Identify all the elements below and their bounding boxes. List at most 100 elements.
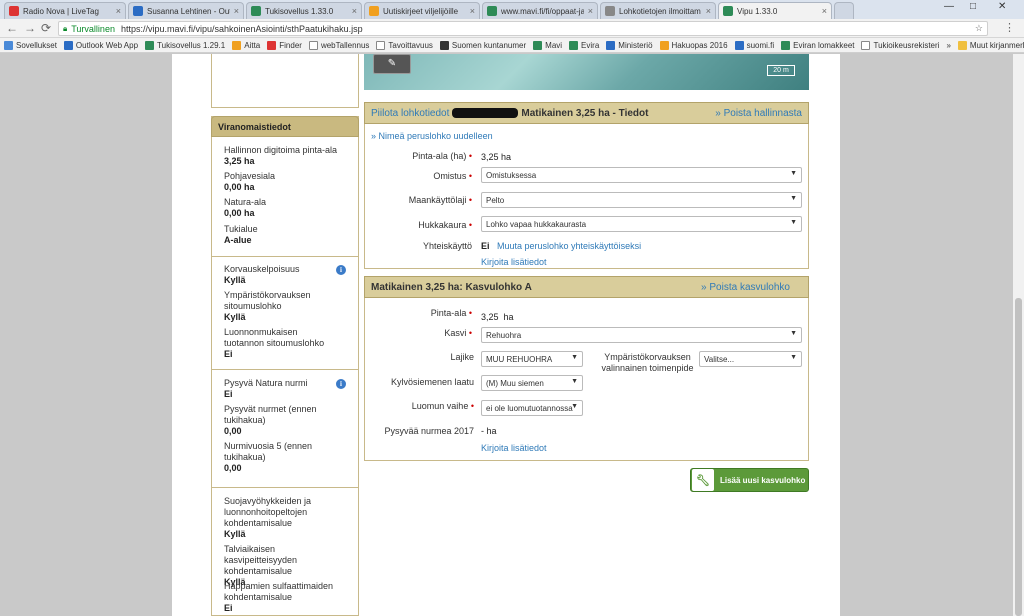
close-icon[interactable]: × <box>352 6 357 16</box>
page-icon <box>308 40 318 50</box>
chevron-down-icon: ▼ <box>571 378 578 385</box>
sidebar-field-value: Ei <box>224 603 233 613</box>
write-growth-info-link[interactable]: Kirjoita lisätiedot <box>481 443 547 453</box>
wild-oat-label: Hukkakaura • <box>372 220 472 230</box>
seed-quality-value: (M) Muu siemen <box>486 379 544 388</box>
new-tab-button[interactable] <box>834 2 854 19</box>
browser-tab[interactable]: www.mavi.fi/fi/oppaat-ja × <box>482 2 598 19</box>
scrollbar-thumb[interactable] <box>1015 298 1022 616</box>
info-icon[interactable]: i <box>336 265 346 275</box>
required-marker: • <box>468 308 472 318</box>
remove-growth-parcel-link[interactable]: » Poista kasvulohko <box>701 282 790 293</box>
bookmark-item[interactable]: Eviran lomakkeet <box>781 40 855 50</box>
sidebar-field-value: 0,00 <box>224 426 242 436</box>
minimize-icon[interactable]: — <box>944 1 954 12</box>
bookmark-item[interactable]: Tavoittavuus <box>376 40 433 50</box>
browser-tab[interactable]: Tukisovellus 1.33.0 × <box>246 2 362 19</box>
secure-label: Turvallinen <box>71 23 115 34</box>
star-icon[interactable]: ☆ <box>975 23 983 34</box>
maximize-icon[interactable]: □ <box>970 1 976 12</box>
bookmark-item[interactable]: Hakuopas 2016 <box>659 40 728 50</box>
env-measure-select[interactable]: Valitse... ▼ <box>699 351 802 367</box>
close-window-icon[interactable]: ✕ <box>998 1 1006 12</box>
parcel-map[interactable] <box>364 54 809 90</box>
close-icon[interactable]: × <box>116 6 121 16</box>
more-bookmarks-button[interactable]: » <box>946 41 950 50</box>
bookmark-item[interactable]: Sovellukset <box>4 40 57 50</box>
area-value: 3,25 ha <box>481 152 512 162</box>
remove-from-holding-link[interactable]: » Poista hallinnasta <box>715 108 802 119</box>
rename-parcel-link[interactable]: » Nimeä peruslohko uudelleen <box>371 131 493 141</box>
tab-label: Radio Nova | LiveTag <box>23 6 99 16</box>
write-additional-info-link[interactable]: Kirjoita lisätiedot <box>481 257 547 267</box>
close-icon[interactable]: × <box>706 6 711 16</box>
growth-area-label: Pinta-ala • <box>372 308 472 318</box>
shared-use-value: Ei <box>481 241 490 251</box>
address-bar[interactable]: 🔒︎ Turvallinen https://vipu.mavi.fi/vipu… <box>58 21 988 36</box>
bookmark-item[interactable]: Outlook Web App <box>63 40 138 50</box>
sidebar-field: Natura-ala 0,00 ha <box>224 197 340 219</box>
wild-oat-value: Lohko vapaa hukkakaurasta <box>486 220 587 229</box>
divider <box>212 256 358 257</box>
other-bookmarks-folder[interactable]: Muut kirjanmerkit <box>957 40 1024 50</box>
sidebar-field-label: Natura-ala <box>224 197 267 207</box>
bookmark-item[interactable]: Mavi <box>533 40 563 50</box>
growth-parcel-title: Matikainen 3,25 ha: Kasvulohko A <box>371 282 532 293</box>
browser-tab-active[interactable]: Vipu 1.33.0 × <box>718 2 832 19</box>
site-favicon-icon <box>251 6 261 16</box>
back-icon[interactable]: ← <box>6 21 18 35</box>
sidebar-field: Nurmivuosia 5 (ennen tukihakua) 0,00 <box>224 441 340 474</box>
bookmark-item[interactable]: Aitta <box>232 40 260 50</box>
forward-icon[interactable]: → <box>24 21 36 35</box>
bookmark-item[interactable]: Evira <box>569 40 599 50</box>
bookmark-icon <box>267 40 277 50</box>
ownership-select[interactable]: Omistuksessa ▼ <box>481 167 802 183</box>
variety-value: MUU REHUOHRA <box>486 355 553 364</box>
browser-tab[interactable]: Susanna Lehtinen - Outl × <box>128 2 244 19</box>
browser-tab[interactable]: Radio Nova | LiveTag × <box>4 2 126 19</box>
reload-icon[interactable]: ⟳ <box>41 21 51 35</box>
bookmark-label: Tukisovellus 1.29.1 <box>157 40 226 50</box>
bookmark-item[interactable]: Ministeriö <box>606 40 653 50</box>
close-icon[interactable]: × <box>822 6 827 16</box>
browser-tab[interactable]: Lohkotietojen ilmoittam × <box>600 2 716 19</box>
required-marker: • <box>468 195 472 205</box>
sidebar-field: Pysyvä Natura nurmi Ei <box>224 378 340 400</box>
bookmark-icon <box>734 40 744 50</box>
folder-icon <box>957 40 967 50</box>
variety-select[interactable]: MUU REHUOHRA ▼ <box>481 351 583 367</box>
sidebar-field: Suojavyöhykkeiden ja luonnonhoitopeltoje… <box>224 496 340 540</box>
bookmark-label: Sovellukset <box>16 40 57 50</box>
add-growth-parcel-button[interactable]: 🔧︎ Lisää uusi kasvulohko <box>690 468 809 492</box>
crop-select[interactable]: Rehuohra ▼ <box>481 327 802 343</box>
growth-area-number: 3,25 <box>481 312 499 322</box>
bookmark-label: Finder <box>279 40 302 50</box>
wild-oat-select[interactable]: Lohko vapaa hukkakaurasta ▼ <box>481 216 802 232</box>
bookmark-item[interactable]: Suomen kuntanumer <box>439 40 526 50</box>
bookmark-item[interactable]: Finder <box>267 40 302 50</box>
bookmark-icon <box>659 40 669 50</box>
bookmark-item[interactable]: suomi.fi <box>734 40 774 50</box>
make-shared-link[interactable]: Muuta peruslohko yhteiskäyttöiseksi <box>497 241 641 251</box>
land-use-select[interactable]: Pelto ▼ <box>481 192 802 208</box>
bookmark-item[interactable]: Tukioikeusrekisteri <box>861 40 939 50</box>
bookmark-label: Eviran lomakkeet <box>793 40 855 50</box>
shared-use-label: Yhteiskäyttö <box>422 241 472 251</box>
organic-phase-select[interactable]: ei ole luomutuotannossa ▼ <box>481 400 583 416</box>
menu-icon[interactable]: ⋮ <box>1004 21 1015 34</box>
seed-quality-select[interactable]: (M) Muu siemen ▼ <box>481 375 583 391</box>
bookmark-item[interactable]: Tukisovellus 1.29.1 <box>145 40 226 50</box>
tab-label: Lohkotietojen ilmoittam <box>619 6 701 16</box>
info-icon[interactable]: i <box>336 379 346 389</box>
page-scrollbar[interactable] <box>1013 54 1024 616</box>
chevron-down-icon: ▼ <box>790 170 797 177</box>
bookmark-label: Mavi <box>545 40 563 50</box>
browser-tab[interactable]: Uutiskirjeet viljelijöille × <box>364 2 480 19</box>
sidebar-field-label: Luonnonmukaisen tuotannon sitoumuslohko <box>224 327 325 348</box>
map-tool-button[interactable]: ✎ <box>373 54 411 74</box>
close-icon[interactable]: × <box>234 6 239 16</box>
hide-parcel-info-link[interactable]: Piilota lohkotiedot <box>371 108 449 119</box>
close-icon[interactable]: × <box>470 6 475 16</box>
bookmark-item[interactable]: webTallennus <box>308 40 369 50</box>
close-icon[interactable]: × <box>588 6 593 16</box>
